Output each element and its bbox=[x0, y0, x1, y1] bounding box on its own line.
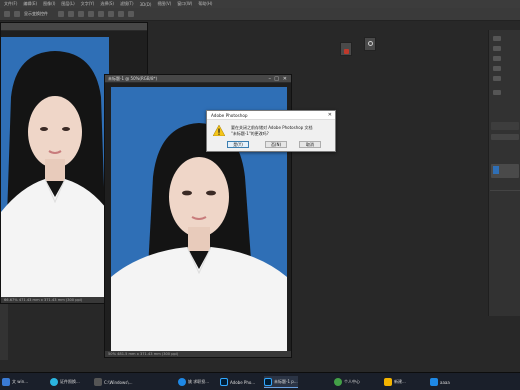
align-right-icon[interactable] bbox=[78, 11, 84, 17]
yes-button[interactable]: 是(Y) bbox=[227, 141, 249, 148]
app-icon bbox=[50, 378, 58, 386]
close-icon[interactable]: ✕ bbox=[283, 76, 287, 82]
taskbar-item[interactable]: 新建... bbox=[384, 376, 406, 388]
minimize-icon[interactable]: – bbox=[269, 76, 272, 82]
taskbar-label: aaaa bbox=[440, 379, 450, 385]
taskbar-label: 个人中心 bbox=[344, 379, 360, 384]
menu-item-3d[interactable]: 3D(D) bbox=[140, 2, 152, 7]
taskbar-label: Adobe Pho... bbox=[230, 379, 256, 385]
transform-controls-label[interactable]: 显示变换控件 bbox=[24, 11, 48, 17]
panel-icon[interactable] bbox=[493, 90, 501, 95]
photoshop-icon bbox=[220, 378, 228, 386]
app-icon bbox=[178, 378, 186, 386]
align-middle-icon[interactable] bbox=[98, 11, 104, 17]
app-icon bbox=[94, 378, 102, 386]
menu-item-view[interactable]: 视图(V) bbox=[157, 1, 171, 7]
divider bbox=[490, 190, 520, 191]
warning-icon bbox=[213, 125, 225, 136]
taskbar-item[interactable]: 姚 求职投... bbox=[178, 376, 209, 388]
taskbar-label: 文 win... bbox=[12, 379, 29, 384]
left-doc-title[interactable] bbox=[1, 23, 147, 31]
menu-item-layer[interactable]: 图层(L) bbox=[61, 1, 74, 7]
menu-item-filter[interactable]: 滤镜(T) bbox=[120, 1, 134, 7]
taskbar-item-active[interactable]: 未标题-1 p... bbox=[264, 376, 298, 388]
panel-icon[interactable] bbox=[493, 66, 501, 71]
3d-mode-icon[interactable] bbox=[128, 11, 134, 17]
align-center-icon[interactable] bbox=[68, 11, 74, 17]
app-icon bbox=[430, 378, 438, 386]
align-top-icon[interactable] bbox=[88, 11, 94, 17]
taskbar-label: 未标题-1 p... bbox=[274, 378, 298, 384]
options-bar: 显示变换控件 bbox=[0, 8, 520, 21]
layers-tab[interactable] bbox=[491, 122, 519, 130]
taskbar-item[interactable]: 文 win... bbox=[2, 376, 28, 388]
brush-panel-icon[interactable] bbox=[364, 37, 376, 51]
taskbar-label: C:\Windows\... bbox=[104, 379, 133, 385]
distribute-icon[interactable] bbox=[118, 11, 124, 17]
dialog-title: Adobe Photoshop bbox=[211, 112, 248, 118]
align-bottom-icon[interactable] bbox=[108, 11, 114, 17]
panel-icon[interactable] bbox=[493, 76, 501, 81]
taskbar-item[interactable]: 证件照换... bbox=[50, 376, 80, 388]
menu-item-file[interactable]: 文件(F) bbox=[4, 1, 17, 7]
layer-row[interactable] bbox=[491, 164, 519, 178]
cancel-button[interactable]: 取消 bbox=[299, 141, 321, 148]
front-doc-status: 50% 481.5 mm x 371.43 mm (300 ppi) bbox=[105, 351, 291, 357]
portrait-photo-left bbox=[1, 37, 109, 299]
photoshop-app: 文件(F) 编辑(E) 图像(I) 图层(L) 文字(Y) 选择(S) 滤镜(T… bbox=[0, 0, 520, 390]
color-swatch-icon[interactable] bbox=[340, 42, 352, 56]
app-icon bbox=[334, 378, 342, 386]
taskbar-item[interactable]: aaaa bbox=[430, 376, 450, 388]
menu-item-edit[interactable]: 编辑(E) bbox=[23, 1, 37, 7]
folder-icon bbox=[384, 378, 392, 386]
taskbar-item[interactable]: Adobe Pho... bbox=[220, 376, 255, 388]
panel-icon[interactable] bbox=[493, 46, 501, 51]
taskbar-item[interactable]: C:\Windows\... bbox=[94, 376, 133, 388]
taskbar-item[interactable]: 个人中心 bbox=[334, 376, 360, 388]
menu-item-type[interactable]: 文字(Y) bbox=[81, 1, 95, 7]
move-tool-icon[interactable] bbox=[4, 11, 10, 17]
menu-item-help[interactable]: 帮助(H) bbox=[198, 1, 212, 7]
menu-item-window[interactable]: 窗口(W) bbox=[177, 1, 192, 7]
panel-icon[interactable] bbox=[493, 36, 501, 41]
taskbar-label: 姚 求职投... bbox=[188, 379, 210, 384]
front-doc-title: 未标题-1 @ 50%(RGB/8*) bbox=[108, 75, 158, 81]
photoshop-icon bbox=[264, 377, 272, 386]
taskbar-label: 新建... bbox=[394, 379, 406, 384]
menu-item-select[interactable]: 选择(S) bbox=[100, 1, 114, 7]
menu-bar: 文件(F) 编辑(E) 图像(I) 图层(L) 文字(Y) 选择(S) 滤镜(T… bbox=[0, 0, 520, 8]
checkbox-icon[interactable] bbox=[14, 11, 20, 17]
dialog-message-line-2: "未标题-1"的更改吗? bbox=[231, 131, 269, 136]
no-button[interactable]: 否(N) bbox=[265, 141, 287, 148]
app-icon bbox=[2, 378, 10, 386]
save-changes-dialog: Adobe Photoshop ✕ 要在关闭之前存储对 Adobe Photos… bbox=[206, 110, 336, 152]
taskbar-label: 证件照换... bbox=[60, 379, 80, 384]
dialog-title-bar[interactable]: Adobe Photoshop ✕ bbox=[207, 111, 335, 120]
panel-icon[interactable] bbox=[493, 56, 501, 61]
right-panel-dock bbox=[488, 30, 520, 316]
layer-filter-bar[interactable] bbox=[491, 134, 519, 140]
align-left-icon[interactable] bbox=[58, 11, 64, 17]
maximize-icon[interactable]: □ bbox=[274, 76, 279, 82]
menu-item-image[interactable]: 图像(I) bbox=[43, 1, 55, 7]
close-icon[interactable]: ✕ bbox=[328, 112, 332, 118]
front-doc-title-bar[interactable]: 未标题-1 @ 50%(RGB/8*) ✕ □ – bbox=[105, 75, 291, 83]
taskbar: 文 win... 证件照换... C:\Windows\... 姚 求职投...… bbox=[0, 372, 520, 390]
